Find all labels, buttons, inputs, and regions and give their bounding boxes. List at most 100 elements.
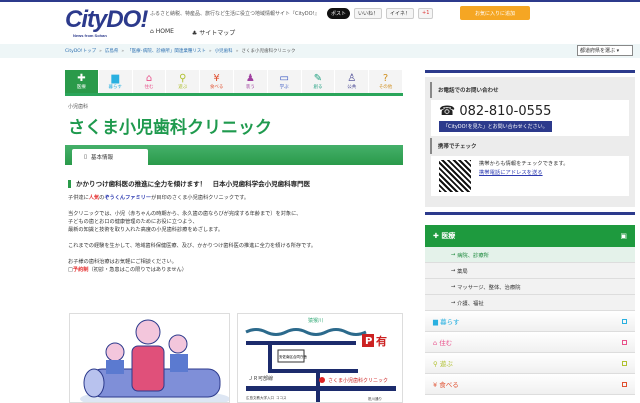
description-heading: かかりつけ歯科医の推進に全力を傾けます！ 日本小児歯科学会小児歯科専門医 xyxy=(68,180,403,188)
crumb-top[interactable]: CityDO!トップ xyxy=(65,48,96,54)
menu-medical[interactable]: ✚ 医療 ▣ xyxy=(425,225,635,247)
site-logo[interactable]: CityDO! News from Sohan xyxy=(65,6,148,38)
prefecture-select[interactable]: 都道府県を選ぶ ▾ xyxy=(577,45,633,56)
tab-4[interactable]: ¥ 食べる xyxy=(200,70,234,93)
medical-icon: ✚ xyxy=(433,232,439,240)
map-coco-label: ココス xyxy=(276,395,287,400)
tab-label: 学ぶ xyxy=(279,85,289,90)
prefecture-select-value: 都道府県を選ぶ xyxy=(580,48,616,54)
submenu-label: マッサージ、整体、治療院 xyxy=(457,284,521,291)
p1-red: 人気 xyxy=(88,195,100,201)
gplus-button[interactable]: +1 xyxy=(418,8,434,19)
map-school-label: 安佐南区合同庁舎 xyxy=(279,354,307,359)
mobile-heading: 携帯でチェック xyxy=(430,138,630,154)
menu-item-label: 住む xyxy=(439,339,453,347)
map-river-label: 猿猴川 xyxy=(308,317,323,324)
category-icon: ? xyxy=(382,73,389,84)
paragraph-2: 当クリニックでは、小児（赤ちゃんの時期から、永久歯の歯ならびが完成する年齢まで）… xyxy=(68,210,403,234)
phone-number-text: 082-810-0555 xyxy=(459,104,552,119)
category-icon: ♙ xyxy=(347,73,357,84)
menu-item[interactable]: ⚲ 遊ぶ xyxy=(425,353,635,374)
tab-label: 公共 xyxy=(347,85,357,90)
paragraph-3: これまでの経験を生かして、地域歯科保健医療、及び、かかりつけ歯科医の推進に全力を… xyxy=(68,243,317,249)
tab-0[interactable]: ✚ 医療 xyxy=(65,70,99,93)
tab-label: 遊ぶ xyxy=(178,85,188,90)
mixi-button[interactable]: イイネ！ xyxy=(386,8,415,19)
reserve-note: （初診・急患はこの限りではありません） xyxy=(88,267,187,273)
facebook-like-button[interactable]: いいね！ xyxy=(354,8,383,19)
p1-c: が目印のさくま小児歯科クリニックです。 xyxy=(151,195,250,201)
crumb-category[interactable]: 小児歯科 xyxy=(215,48,233,54)
tab-7[interactable]: ✎ 創る xyxy=(302,70,336,93)
page-title: さくま小児歯科クリニック xyxy=(68,118,272,138)
submenu-item[interactable]: → 病院、診療所 xyxy=(425,247,635,263)
send-address-link[interactable]: 携帯電話にアドレスを送る xyxy=(479,170,543,176)
tab-label: 医療 xyxy=(76,85,86,90)
category-icon: ⌂ xyxy=(145,73,153,84)
category-icon: ✚ xyxy=(77,73,86,84)
menu-item-label: 遊ぶ xyxy=(439,360,453,368)
clipboard-icon: ▯ xyxy=(84,154,88,160)
expand-icon xyxy=(622,360,627,366)
tab-9[interactable]: ? その他 xyxy=(369,70,403,93)
contact-box: お電話でのお問い合わせ ☎ 082-810-0555 「CityDO!を見た」と… xyxy=(425,77,635,207)
map-parking: 有 xyxy=(376,334,387,348)
tab-1[interactable]: ▆ 暮らす xyxy=(99,70,133,93)
menu-item[interactable]: ¥ 食べる xyxy=(425,374,635,395)
qr-code xyxy=(439,160,471,192)
tab-label: 暮らす xyxy=(108,85,122,90)
category-icon: ♟ xyxy=(245,73,255,84)
tab-label: 創る xyxy=(313,85,323,90)
crumb-list[interactable]: 「医療･病院、診療所」関連業種リスト xyxy=(127,48,206,54)
crumb-current: さくま小児歯科クリニック xyxy=(241,49,296,54)
tab-5[interactable]: ♟ 装う xyxy=(234,70,268,93)
elephant-family-image xyxy=(69,313,230,403)
category-icon: ▆ xyxy=(433,318,438,326)
header-nav: ⌂ HOME ♣ サイトマップ xyxy=(150,28,235,37)
p1-blue: ぞうくんファミリー xyxy=(104,195,152,201)
tab-3[interactable]: ⚲ 遊ぶ xyxy=(166,70,201,93)
tab-basic-info[interactable]: ▯ 基本情報 xyxy=(72,149,148,165)
breadcrumb: CityDO!トップ» 広島県» 「医療･病院、診療所」関連業種リスト» 小児歯… xyxy=(0,44,640,58)
social-buttons: ポスト いいね！ イイネ！ +1 xyxy=(327,8,434,19)
add-favorite-button[interactable]: お気に入りに追加 xyxy=(460,6,530,20)
map-clinic-label: さくま小児歯科クリニック xyxy=(328,377,388,384)
submenu-item[interactable]: → 薬局 xyxy=(425,263,635,279)
tagline: ふるさと納税、特産品、旅行など生活に役立つ地域情報サイト『CityDO!』 xyxy=(150,11,320,17)
tab-2[interactable]: ⌂ 住む xyxy=(133,70,167,93)
expand-icon xyxy=(622,381,627,387)
phone-heading: お電話でのお問い合わせ xyxy=(430,82,630,98)
submenu-item[interactable]: → マッサージ、整体、治療院 xyxy=(425,279,635,295)
sitemap-link[interactable]: ♣ サイトマップ xyxy=(192,28,235,37)
sidebar-divider xyxy=(425,70,635,73)
phone-number[interactable]: ☎ 082-810-0555 xyxy=(439,104,621,119)
category-icon: ¥ xyxy=(433,381,438,389)
map-univ-label: 広島文教大学入口 xyxy=(246,395,274,400)
home-link[interactable]: ⌂ HOME xyxy=(150,28,174,37)
p2-line: 子どもの歯とお口の健康管理のためにお役に立つよう、 xyxy=(68,219,198,225)
category-menu: ✚ 医療 ▣ → 病院、診療所 → 薬局 → マッサージ、整体、治療院 → 介護、福祉 … xyxy=(425,225,635,395)
menu-item-label: 食べる xyxy=(439,381,459,389)
tab-label: 住む xyxy=(144,85,154,90)
category-icon: ▆ xyxy=(111,73,120,84)
mobile-panel: 携帯からも情報をチェックできます。 携帯電話にアドレスを送る xyxy=(431,156,629,196)
menu-medical-label: 医療 xyxy=(441,232,456,240)
submenu-label: 介護、福祉 xyxy=(457,300,484,307)
submenu-item[interactable]: → 介護、福祉 xyxy=(425,295,635,311)
category-icon: ⚲ xyxy=(179,73,187,84)
paragraph-4: お子様の歯科治療はお気軽にご相談ください。 □予約制（初診・急患はこの限りではあり… xyxy=(68,259,187,273)
tab-8[interactable]: ♙ 公共 xyxy=(335,70,370,93)
submenu-label: 薬局 xyxy=(457,268,468,275)
sidebar-divider xyxy=(425,212,635,215)
tab-6[interactable]: ▭ 学ぶ xyxy=(268,70,302,93)
menu-item[interactable]: ⌂ 住む xyxy=(425,332,635,353)
tab-basic-info-label: 基本情報 xyxy=(91,155,114,161)
crumb-pref[interactable]: 広島県 xyxy=(105,48,119,54)
expand-icon xyxy=(622,318,627,324)
map-road-label: 祇川通り xyxy=(368,396,382,401)
menu-item[interactable]: ▆ 暮らす xyxy=(425,311,635,332)
tab-label: 装う xyxy=(245,85,255,90)
phone-panel: ☎ 082-810-0555 「CityDO!を見た」とお問い合わせください。 xyxy=(431,100,629,136)
category-icon: ⚲ xyxy=(433,360,438,368)
x-post-button[interactable]: ポスト xyxy=(327,8,351,19)
